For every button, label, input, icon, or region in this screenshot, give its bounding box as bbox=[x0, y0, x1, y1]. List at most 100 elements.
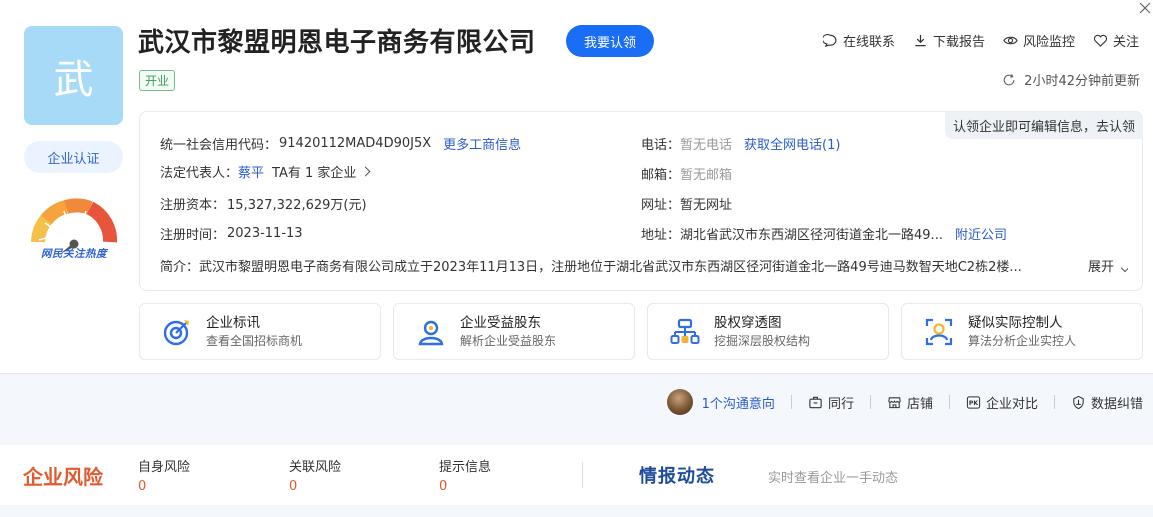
eye-icon bbox=[1003, 36, 1018, 45]
address-label: 地址： bbox=[641, 228, 681, 243]
hint-info-label: 提示信息 bbox=[439, 460, 492, 475]
address-value: 湖北省武汉市东西湖区径河街道金北一路49... bbox=[680, 228, 943, 243]
data-correct-icon bbox=[1073, 395, 1084, 409]
correct-data-button[interactable]: 数据纠错 bbox=[1071, 393, 1143, 412]
compare-button[interactable]: PK 企业对比 bbox=[966, 393, 1038, 412]
status-badge: 开业 bbox=[139, 70, 176, 91]
credit-code-value: 91420112MAD4D90J5X bbox=[279, 136, 432, 151]
card-bid-info[interactable]: 企业标讯 查看全国招标商机 bbox=[139, 303, 381, 360]
follow-label: 关注 bbox=[1112, 35, 1139, 50]
website-row: 网址： 暂无网址 bbox=[641, 194, 732, 213]
claim-hint[interactable]: 认领企业即可编辑信息，去认领 bbox=[944, 112, 1143, 139]
website-value: 暂无网址 bbox=[680, 198, 733, 213]
risk-monitor-button[interactable]: 风险监控 bbox=[1003, 31, 1075, 50]
email-value: 暂无邮箱 bbox=[680, 168, 733, 183]
company-logo: 武 bbox=[24, 26, 123, 125]
refresh-icon[interactable] bbox=[1002, 73, 1016, 87]
risk-title: 企业风险 bbox=[23, 465, 103, 489]
legal-rep-extra-prefix: TA有 bbox=[272, 166, 301, 181]
risk-monitor-label: 风险监控 bbox=[1022, 35, 1075, 50]
self-risk-label: 自身风险 bbox=[138, 460, 191, 475]
intent-label: 1个沟通意向 bbox=[701, 396, 775, 412]
capital-value: 15,327,322,629万(元) bbox=[227, 198, 367, 213]
card-shareholder-sub: 解析企业受益股东 bbox=[460, 333, 557, 348]
follow-button[interactable]: 关注 bbox=[1093, 31, 1139, 50]
shareholder-icon bbox=[418, 320, 444, 345]
intro-row: 简介： 武汉市黎盟明恩电子商务有限公司成立于2023年11月13日，注册地位于湖… bbox=[160, 256, 1128, 275]
related-risk-label: 关联风险 bbox=[289, 460, 342, 475]
peers-button[interactable]: 同行 bbox=[808, 393, 854, 412]
divider bbox=[582, 462, 583, 488]
card-equity-title: 股权穿透图 bbox=[714, 314, 782, 331]
online-contact-label: 在线联系 bbox=[842, 35, 895, 50]
download-report-label: 下载报告 bbox=[932, 35, 985, 50]
shop-label: 店铺 bbox=[906, 396, 933, 412]
reg-time-label: 注册时间： bbox=[160, 228, 226, 243]
self-risk[interactable]: 自身风险 0 bbox=[138, 458, 190, 496]
divider bbox=[948, 395, 950, 409]
certification-button[interactable]: 企业认证 bbox=[24, 141, 123, 173]
more-business-info-link[interactable]: 更多工商信息 bbox=[443, 134, 521, 153]
equity-tree-icon bbox=[670, 318, 700, 344]
card-equity-tree[interactable]: 股权穿透图 挖掘深层股权结构 bbox=[647, 303, 889, 360]
email-row: 邮箱： 暂无邮箱 bbox=[641, 164, 732, 183]
website-label: 网址： bbox=[641, 198, 681, 213]
compare-label: 企业对比 bbox=[985, 396, 1038, 412]
divider bbox=[869, 395, 871, 409]
download-report-button[interactable]: 下载报告 bbox=[913, 31, 985, 50]
company-name: 武汉市黎盟明恩电子商务有限公司 bbox=[138, 28, 536, 58]
capital-row: 注册资本： 15,327,322,629万(元) bbox=[160, 194, 367, 213]
shop-button[interactable]: 店铺 bbox=[887, 393, 933, 412]
legal-rep-extra-count: 1 bbox=[305, 166, 314, 181]
legal-rep-label: 法定代表人： bbox=[160, 166, 239, 181]
card-bid-sub: 查看全国招标商机 bbox=[206, 333, 303, 348]
online-contact-button[interactable]: 在线联系 bbox=[822, 31, 895, 50]
card-equity-sub: 挖掘深层股权结构 bbox=[714, 333, 811, 348]
svg-text:PK: PK bbox=[969, 400, 978, 407]
email-label: 邮箱： bbox=[641, 168, 681, 183]
credit-code-row: 统一社会信用代码： 91420112MAD4D90J5X 更多工商信息 bbox=[160, 134, 521, 153]
legal-rep-companies-link[interactable]: TA有 1 家企业 bbox=[272, 162, 356, 181]
legal-rep-extra-suffix: 家企业 bbox=[317, 166, 357, 181]
pk-icon: PK bbox=[966, 395, 981, 409]
get-phone-link[interactable]: 获取全网电话(1) bbox=[744, 134, 840, 153]
legal-rep-link[interactable]: 蔡平 bbox=[238, 162, 264, 181]
chevron-right-icon[interactable] bbox=[360, 166, 371, 177]
avatar bbox=[666, 389, 693, 415]
card-controller-sub: 算法分析企业实控人 bbox=[968, 333, 1077, 348]
reg-time-value: 2023-11-13 bbox=[227, 226, 303, 241]
peers-label: 同行 bbox=[827, 396, 854, 412]
related-risk-count: 0 bbox=[289, 479, 298, 494]
address-row: 地址： 湖北省武汉市东西湖区径河街道金北一路49... 附近公司 bbox=[641, 224, 1007, 243]
related-risk[interactable]: 关联风险 0 bbox=[289, 458, 341, 496]
update-time: 2小时42分钟前更新 bbox=[1024, 74, 1140, 89]
credit-code-label: 统一社会信用代码： bbox=[160, 138, 278, 153]
phone-value: 暂无电话 bbox=[680, 138, 733, 153]
phone-row: 电话： 暂无电话 获取全网电话(1) bbox=[641, 134, 840, 153]
controller-icon bbox=[925, 318, 953, 345]
briefcase-icon bbox=[809, 396, 822, 408]
close-icon[interactable] bbox=[1139, 2, 1151, 14]
shop-icon bbox=[888, 396, 901, 408]
expand-button[interactable]: 展开 bbox=[1088, 256, 1128, 275]
divider bbox=[790, 395, 792, 409]
intent-button[interactable]: 1个沟通意向 bbox=[666, 389, 775, 415]
expand-label: 展开 bbox=[1087, 260, 1114, 275]
intro-text: 武汉市黎盟明恩电子商务有限公司成立于2023年11月13日，注册地位于湖北省武汉… bbox=[199, 260, 1022, 275]
correct-data-label: 数据纠错 bbox=[1090, 396, 1143, 412]
card-shareholder[interactable]: 企业受益股东 解析企业受益股东 bbox=[393, 303, 635, 360]
card-controller[interactable]: 疑似实际控制人 算法分析企业实控人 bbox=[901, 303, 1143, 360]
update-info: 2小时42分钟前更新 bbox=[1002, 70, 1140, 89]
intel-subtitle: 实时查看企业一手动态 bbox=[768, 471, 899, 486]
chat-icon bbox=[822, 34, 837, 48]
bid-icon bbox=[163, 319, 189, 345]
toolbar: 1个沟通意向 同行 店铺 PK 企业对比 数据纠错 bbox=[666, 389, 1143, 415]
divider bbox=[1053, 395, 1055, 409]
claim-button[interactable]: 我要认领 bbox=[566, 25, 654, 57]
card-bid-title: 企业标讯 bbox=[206, 314, 260, 331]
divider bbox=[0, 373, 1153, 374]
intro-label: 简介： bbox=[160, 260, 200, 275]
intel-title[interactable]: 情报动态 bbox=[639, 462, 715, 488]
nearby-companies-link[interactable]: 附近公司 bbox=[955, 224, 1007, 243]
hint-info[interactable]: 提示信息 0 bbox=[439, 458, 491, 496]
